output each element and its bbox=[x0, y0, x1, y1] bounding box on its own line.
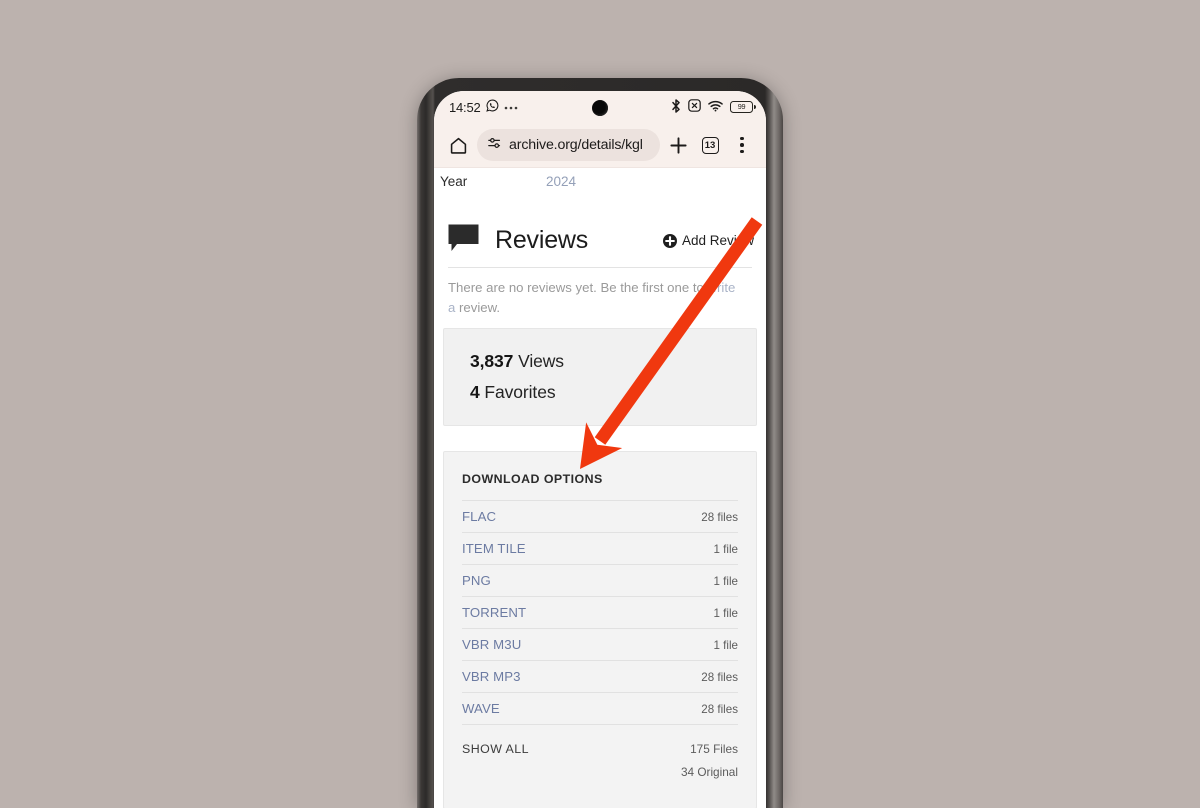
camera-punch-hole bbox=[592, 100, 608, 116]
download-format-label[interactable]: VBR M3U bbox=[462, 637, 521, 652]
download-row[interactable]: ITEM TILE 1 file bbox=[462, 531, 739, 564]
reviews-header: Reviews Add Review bbox=[442, 196, 758, 267]
download-options-title: DOWNLOAD OPTIONS bbox=[462, 471, 603, 486]
download-format-label[interactable]: PNG bbox=[462, 573, 491, 588]
url-bar[interactable]: archive.org/details/kgl bbox=[477, 129, 660, 161]
status-bar: 14:52 99 bbox=[434, 91, 766, 123]
download-file-count: 28 files bbox=[701, 510, 738, 524]
stat-favorites: 4 Favorites bbox=[470, 377, 756, 408]
webpage-content: Year 2024 Reviews Add Review There are n… bbox=[434, 168, 766, 808]
plus-circle-icon bbox=[662, 233, 677, 248]
total-original: 34 Original bbox=[680, 764, 738, 779]
wifi-icon bbox=[708, 100, 723, 115]
download-format-label[interactable]: VBR MP3 bbox=[462, 669, 521, 684]
reviews-section: Reviews Add Review There are no reviews … bbox=[434, 196, 766, 319]
download-format-label[interactable]: FLAC bbox=[462, 509, 496, 524]
download-file-count: 1 file bbox=[713, 606, 739, 620]
bluetooth-icon bbox=[671, 98, 681, 116]
add-review-button[interactable]: Add Review bbox=[662, 233, 758, 248]
favorites-count: 4 bbox=[470, 381, 480, 402]
download-options-card: DOWNLOAD OPTIONS FLAC 28 files ITEM TILE… bbox=[443, 450, 757, 808]
download-row[interactable]: TORRENT 1 file bbox=[462, 595, 739, 628]
download-format-label[interactable]: TORRENT bbox=[462, 605, 526, 620]
show-all-row[interactable]: SHOW ALL 175 Files 34 Original bbox=[462, 723, 738, 792]
reviews-title: Reviews bbox=[495, 226, 589, 254]
site-settings-icon[interactable] bbox=[488, 136, 502, 155]
total-files: 175 Files bbox=[690, 741, 738, 756]
download-file-count: 1 file bbox=[713, 542, 739, 556]
add-review-label: Add Review bbox=[681, 233, 754, 248]
no-reviews-message: There are no reviews yet. Be the first o… bbox=[442, 268, 758, 319]
metadata-value[interactable]: 2024 bbox=[546, 174, 576, 196]
download-row[interactable]: VBR M3U 1 file bbox=[462, 627, 739, 660]
overflow-dots bbox=[740, 136, 744, 154]
download-file-count: 28 files bbox=[701, 702, 738, 716]
silent-mode-icon bbox=[688, 99, 701, 115]
status-bar-right: 99 bbox=[671, 98, 756, 116]
download-row[interactable]: WAVE 28 files bbox=[462, 691, 738, 724]
tab-switcher-button[interactable]: 13 bbox=[696, 130, 724, 160]
file-totals: 175 Files 34 Original bbox=[681, 742, 738, 788]
metadata-row: Year 2024 bbox=[434, 168, 766, 196]
views-label: Views bbox=[518, 350, 564, 371]
no-reviews-text-after: review. bbox=[455, 300, 501, 316]
download-row[interactable]: FLAC 28 files bbox=[462, 499, 738, 532]
download-row[interactable]: PNG 1 file bbox=[462, 563, 739, 596]
status-clock: 14:52 bbox=[449, 99, 481, 115]
status-bar-left: 14:52 bbox=[449, 99, 518, 115]
download-format-label[interactable]: WAVE bbox=[462, 701, 500, 716]
whatsapp-icon bbox=[485, 99, 499, 115]
show-all-label[interactable]: SHOW ALL bbox=[462, 742, 529, 788]
phone-screen: 14:52 99 archive.org/details/kgl 13 Year… bbox=[434, 91, 766, 808]
browser-toolbar: archive.org/details/kgl 13 bbox=[434, 123, 766, 168]
tab-count: 13 bbox=[701, 136, 719, 154]
overflow-menu-icon[interactable] bbox=[728, 130, 756, 160]
favorites-label: Favorites bbox=[484, 381, 556, 402]
metadata-label: Year bbox=[440, 174, 468, 189]
download-row[interactable]: VBR MP3 28 files bbox=[462, 659, 738, 692]
new-tab-button[interactable] bbox=[664, 130, 692, 160]
speech-bubble-icon bbox=[448, 224, 479, 257]
stat-views: 3,837 Views bbox=[470, 346, 756, 377]
stats-box: 3,837 Views 4 Favorites bbox=[443, 327, 757, 426]
phone-device-frame: 14:52 99 archive.org/details/kgl 13 Year… bbox=[417, 78, 783, 808]
battery-level-text: 99 bbox=[737, 102, 746, 112]
views-count: 3,837 bbox=[470, 350, 514, 371]
battery-icon: 99 bbox=[730, 101, 756, 113]
download-file-count: 28 files bbox=[701, 670, 738, 684]
download-file-count: 1 file bbox=[713, 638, 739, 652]
download-format-label[interactable]: ITEM TILE bbox=[462, 541, 526, 556]
url-text: archive.org/details/kgl bbox=[509, 137, 643, 153]
home-icon[interactable] bbox=[443, 130, 473, 160]
ellipsis-icon bbox=[504, 100, 518, 114]
no-reviews-text-before: There are no reviews yet. Be the first o… bbox=[448, 280, 708, 295]
download-file-count: 1 file bbox=[713, 574, 739, 588]
